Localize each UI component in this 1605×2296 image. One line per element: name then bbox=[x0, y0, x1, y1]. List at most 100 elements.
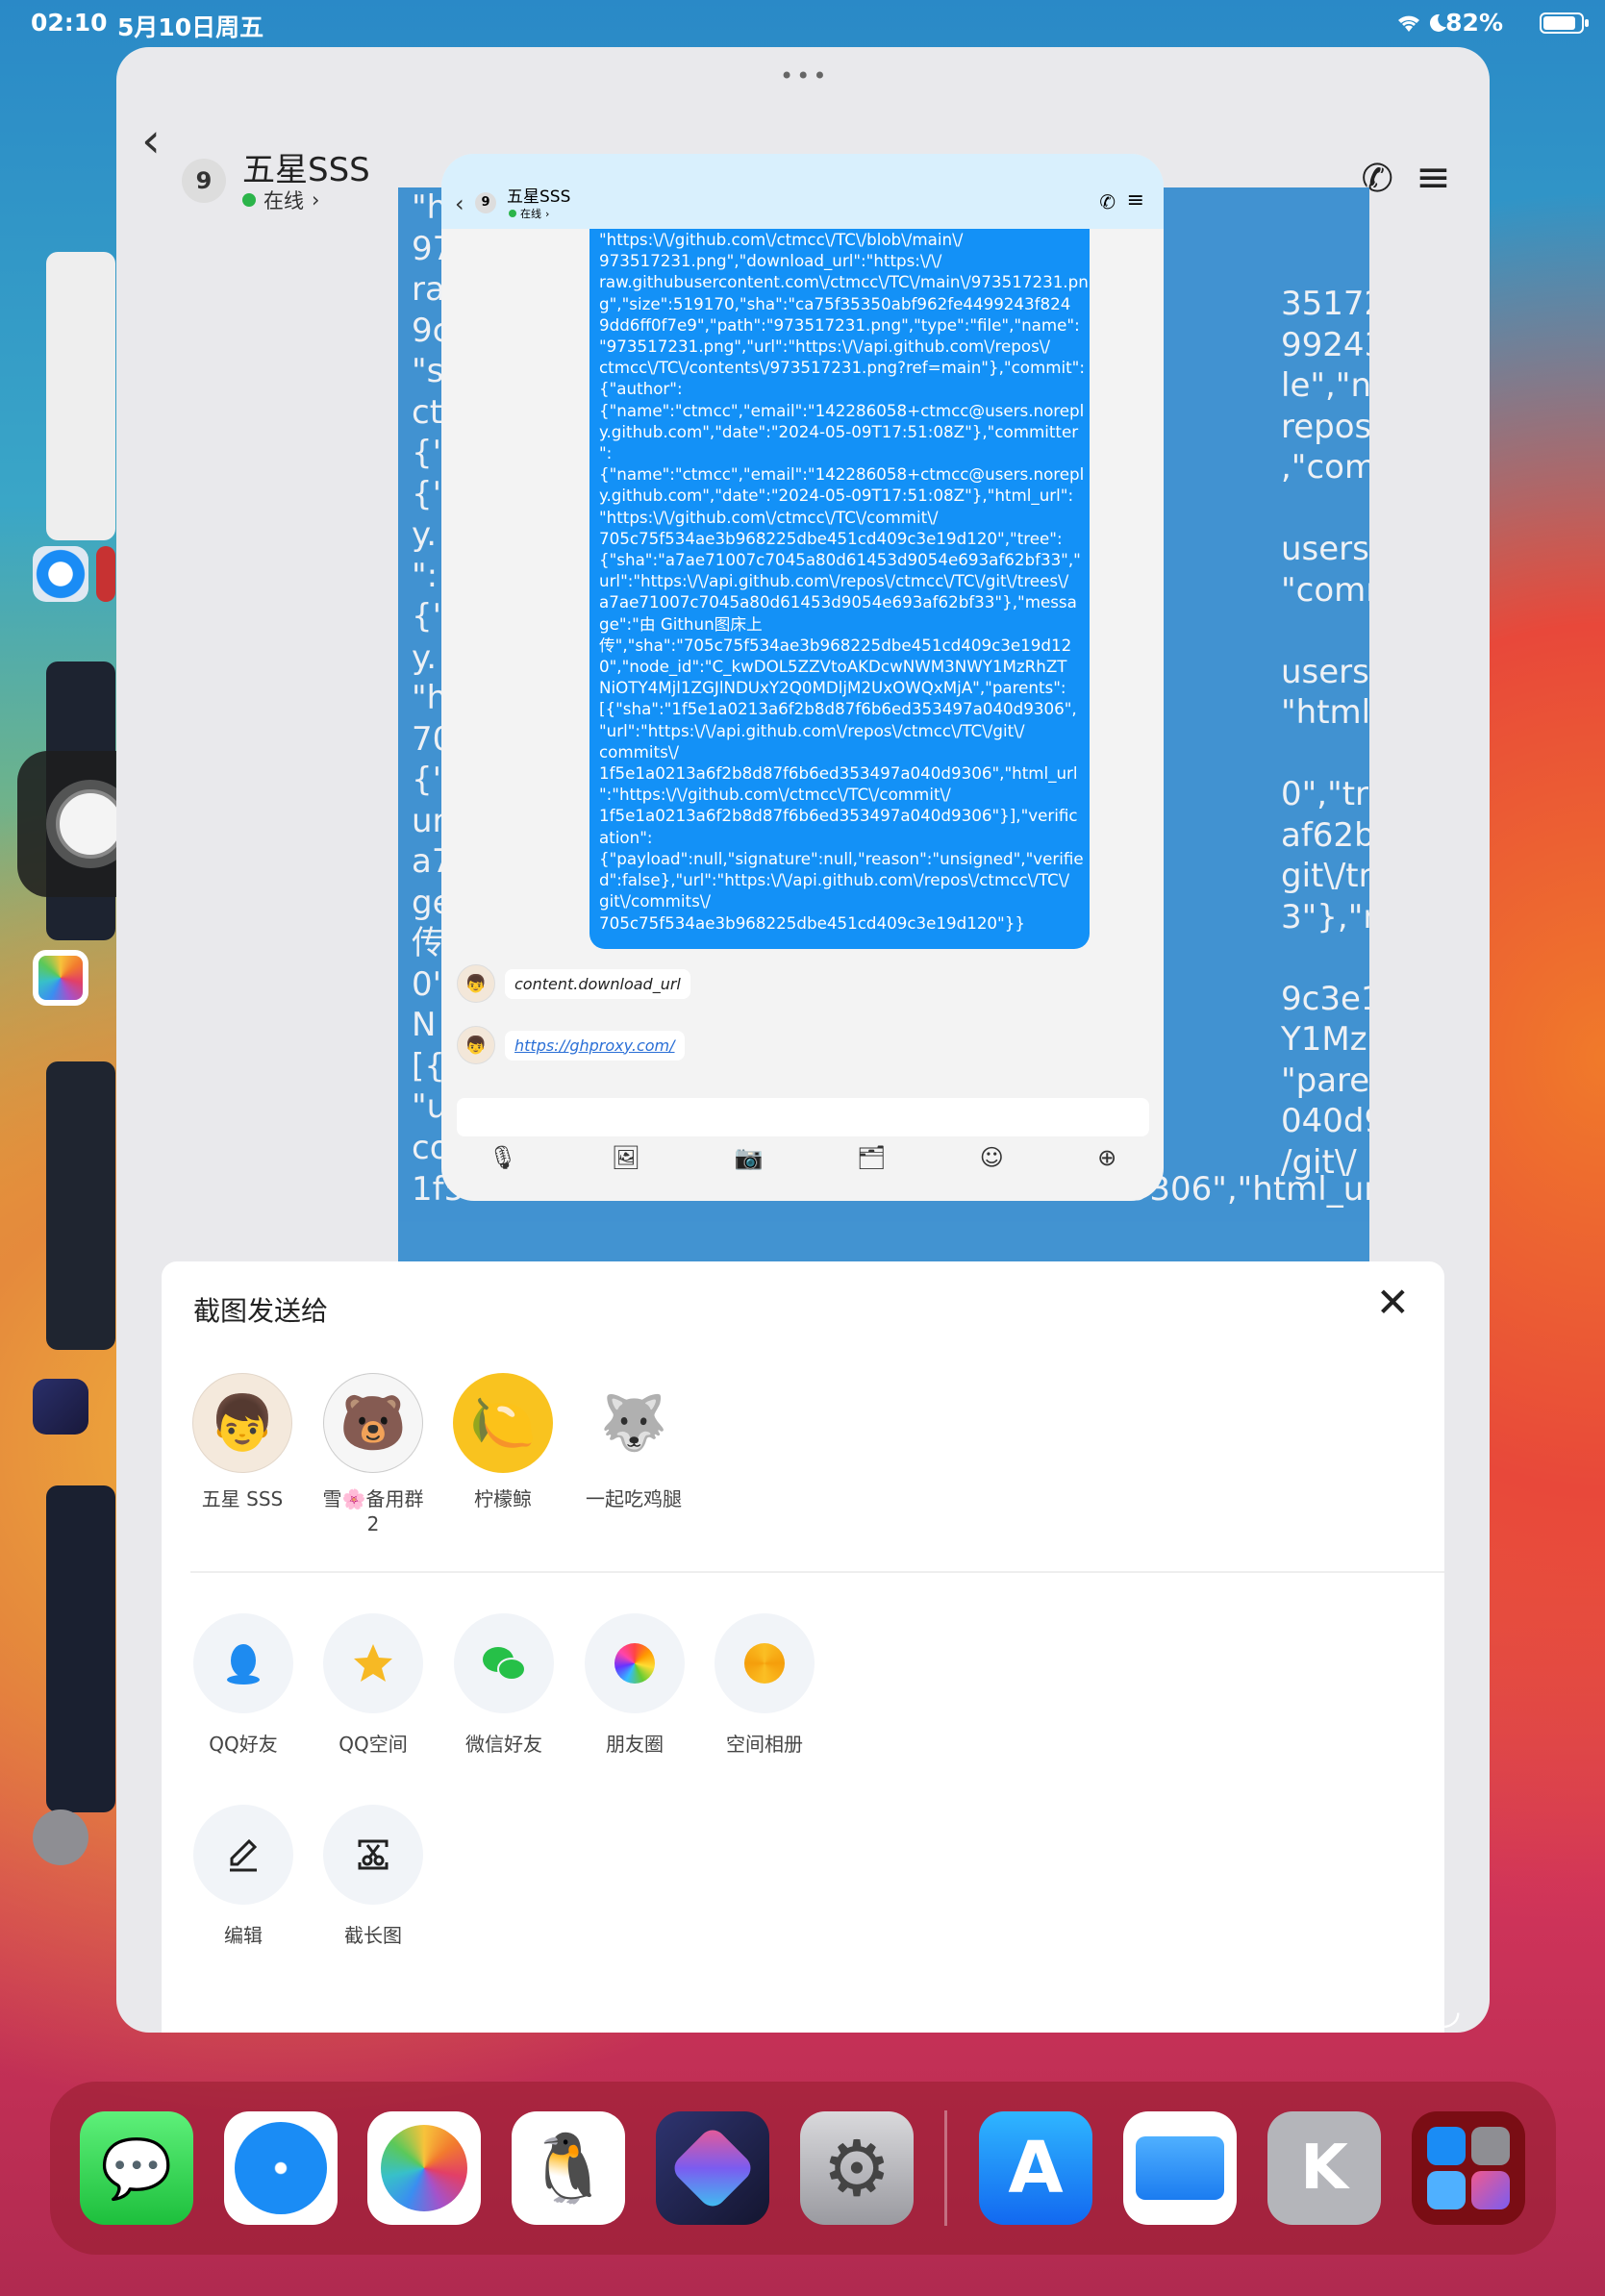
dock-shortcuts[interactable] bbox=[656, 2111, 769, 2225]
message-input bbox=[457, 1098, 1149, 1136]
phone-icon[interactable]: ✆ bbox=[1361, 157, 1393, 201]
bubble-line: url":"https:\/\/api.github.com\/repos\/c… bbox=[599, 571, 1069, 591]
app-thumbnail[interactable] bbox=[46, 1485, 115, 1812]
dock: 💬 🐧 ⚙ A K bbox=[50, 2082, 1556, 2255]
dock-photos[interactable] bbox=[367, 2111, 481, 2225]
bubble-line: {"author": bbox=[599, 379, 683, 399]
menu-icon[interactable]: ≡ bbox=[1416, 153, 1451, 202]
online-status-text: 在线 bbox=[520, 208, 541, 220]
app-thumbnail[interactable] bbox=[46, 252, 115, 540]
plus-icon: ⊕ bbox=[1097, 1144, 1117, 1171]
contact-name: 柠檬鲸 bbox=[474, 1487, 532, 1510]
photos-icon[interactable] bbox=[33, 950, 88, 1006]
bubble-line: y.github.com","date":"2024-05-09T17:51:0… bbox=[599, 486, 1074, 506]
qzone-icon bbox=[323, 1613, 423, 1713]
bubble-line: 040d9306", bbox=[1281, 1102, 1369, 1140]
photos-icon bbox=[381, 2125, 467, 2211]
avatar: 🐻 bbox=[323, 1373, 423, 1473]
bubble-line bbox=[1281, 488, 1369, 530]
bubble-line: git\/commits\/ bbox=[599, 891, 712, 911]
messages-icon: 💬 bbox=[100, 2134, 173, 2203]
dock-app-store[interactable]: A bbox=[979, 2111, 1092, 2225]
bubble-line: NiOTY4Mjl1ZGJlNDUxY2Q0MDljM2UxOWQxMjA","… bbox=[599, 678, 1066, 698]
share-option-qzone[interactable]: QQ空间 bbox=[323, 1613, 423, 1757]
status-icons bbox=[1395, 12, 1590, 35]
contact-item[interactable]: 👦 五星 SSS bbox=[189, 1373, 295, 1511]
dock-files[interactable] bbox=[1123, 2111, 1237, 2225]
share-sheet-title: 截图发送给 bbox=[193, 1295, 329, 1327]
safari-icon[interactable] bbox=[33, 546, 88, 602]
status-time: 02:10 bbox=[31, 9, 108, 37]
dock-app-library[interactable] bbox=[1412, 2111, 1525, 2225]
avatar: 🍋 bbox=[453, 1373, 553, 1473]
contact-item[interactable]: 🐺 一起吃鸡腿 bbox=[581, 1373, 687, 1511]
message-row: 👦 content.download_url bbox=[457, 964, 690, 1003]
unread-badge[interactable]: 9 bbox=[182, 159, 226, 203]
status-date: 5月10日周五 bbox=[117, 13, 264, 41]
bubble-line: 9c3e19d12 bbox=[1281, 979, 1369, 1018]
contact-name[interactable]: 五星SSS bbox=[242, 143, 370, 190]
dock-settings[interactable]: ⚙ bbox=[800, 2111, 914, 2225]
avatar: 👦 bbox=[457, 1026, 495, 1064]
avatar: 👦 bbox=[192, 1373, 292, 1473]
emoji-icon: ☺ bbox=[979, 1144, 1004, 1171]
bubble-line: /git\/ bbox=[1281, 1142, 1357, 1182]
share-option-label: 空间相册 bbox=[726, 1733, 803, 1756]
bubble-line: {"name":"ctmcc","email":"142286058+ctmcc… bbox=[599, 464, 1085, 485]
contact-item[interactable]: 🐻 雪🌸备用群 2 bbox=[320, 1373, 426, 1536]
app-thumbnail[interactable] bbox=[46, 1061, 115, 1350]
input-toolbar: 🎙 🖼 📷 🗂 ☺ ⊕ bbox=[441, 1144, 1164, 1171]
long-screenshot-icon bbox=[323, 1805, 423, 1905]
bubble-line: ation": bbox=[599, 827, 653, 847]
bubble-line: af62bf33"," bbox=[1281, 815, 1369, 855]
edit-icon bbox=[193, 1805, 293, 1905]
bubble-line: y.github.com","date":"2024-05-09T17:51:0… bbox=[599, 421, 1079, 441]
dock-messages[interactable]: 💬 bbox=[80, 2111, 193, 2225]
share-option-label: QQ好友 bbox=[209, 1733, 278, 1756]
bubble-line: {"name":"ctmcc","email":"142286058+ctmcc… bbox=[599, 400, 1085, 420]
share-option-qq-friend[interactable]: QQ好友 bbox=[193, 1613, 293, 1757]
bubble-right-column: 3517231.pn 99243f824 le","name": repos\/… bbox=[1281, 284, 1369, 1183]
mic-icon: 🎙 bbox=[488, 1144, 518, 1171]
unread-badge: 9 bbox=[475, 192, 496, 213]
message-row: 👦 https://ghproxy.com/ bbox=[457, 1026, 685, 1064]
contact-name: 五星 SSS bbox=[201, 1487, 284, 1510]
online-dot-icon bbox=[509, 210, 516, 217]
contact-item[interactable]: 🍋 柠檬鲸 bbox=[450, 1373, 556, 1511]
close-icon[interactable]: ✕ bbox=[1376, 1279, 1410, 1326]
bubble-line bbox=[1281, 611, 1369, 652]
long-screenshot-button[interactable]: 截长图 bbox=[323, 1805, 423, 1948]
bubble-line: users.norepl bbox=[1281, 530, 1369, 568]
share-option-label: 朋友圈 bbox=[606, 1733, 664, 1756]
dock-safari[interactable] bbox=[224, 2111, 338, 2225]
k-letter-icon: K bbox=[1300, 2133, 1348, 2204]
share-option-moments[interactable]: 朋友圈 bbox=[585, 1613, 685, 1757]
share-option-wechat[interactable]: 微信好友 bbox=[454, 1613, 554, 1757]
contact-name: 一起吃鸡腿 bbox=[586, 1487, 682, 1510]
edit-button[interactable]: 编辑 bbox=[193, 1805, 293, 1948]
divider bbox=[190, 1571, 1444, 1573]
app-thumbnail[interactable] bbox=[96, 546, 115, 602]
bubble-line: "committer bbox=[1281, 570, 1369, 610]
shortcuts-icon[interactable] bbox=[33, 1379, 88, 1435]
dock-qq[interactable]: 🐧 bbox=[512, 2111, 625, 2225]
back-chevron-icon: ‹ bbox=[455, 190, 464, 217]
bubble-line: d":false},"url":"https:\/\/api.github.co… bbox=[599, 870, 1069, 890]
camera-icon: 📷 bbox=[734, 1144, 764, 1171]
dock-k-app[interactable]: K bbox=[1267, 2111, 1381, 2225]
bubble-line bbox=[1281, 734, 1369, 775]
avatar: 👦 bbox=[457, 964, 495, 1003]
moon-icon bbox=[1430, 13, 1446, 32]
back-chevron-icon[interactable]: ‹ bbox=[141, 116, 161, 164]
bubble-line: "parents": bbox=[1281, 1061, 1369, 1100]
online-dot-icon bbox=[242, 193, 256, 207]
screenshot-preview[interactable]: ‹ 9 五星SSS 在线 › ✆ ≡ "https:\/\/github.com\… bbox=[441, 154, 1164, 1201]
app-library-icon bbox=[1427, 2127, 1510, 2209]
online-status[interactable]: 在线 › bbox=[242, 186, 319, 214]
resize-handle-icon[interactable]: ◞ bbox=[1444, 1988, 1460, 2033]
folder-icon bbox=[1136, 2136, 1224, 2200]
bubble-line: 1f5e1a0213a6f2b8d87f6b6ed353497a040d9306… bbox=[599, 806, 1078, 826]
bubble-line: "https:\/\/github.com\/ctmcc\/TC\/blob\/… bbox=[599, 230, 964, 249]
share-option-qzone-album[interactable]: 空间相册 bbox=[715, 1613, 815, 1757]
settings-icon[interactable] bbox=[33, 1809, 88, 1865]
